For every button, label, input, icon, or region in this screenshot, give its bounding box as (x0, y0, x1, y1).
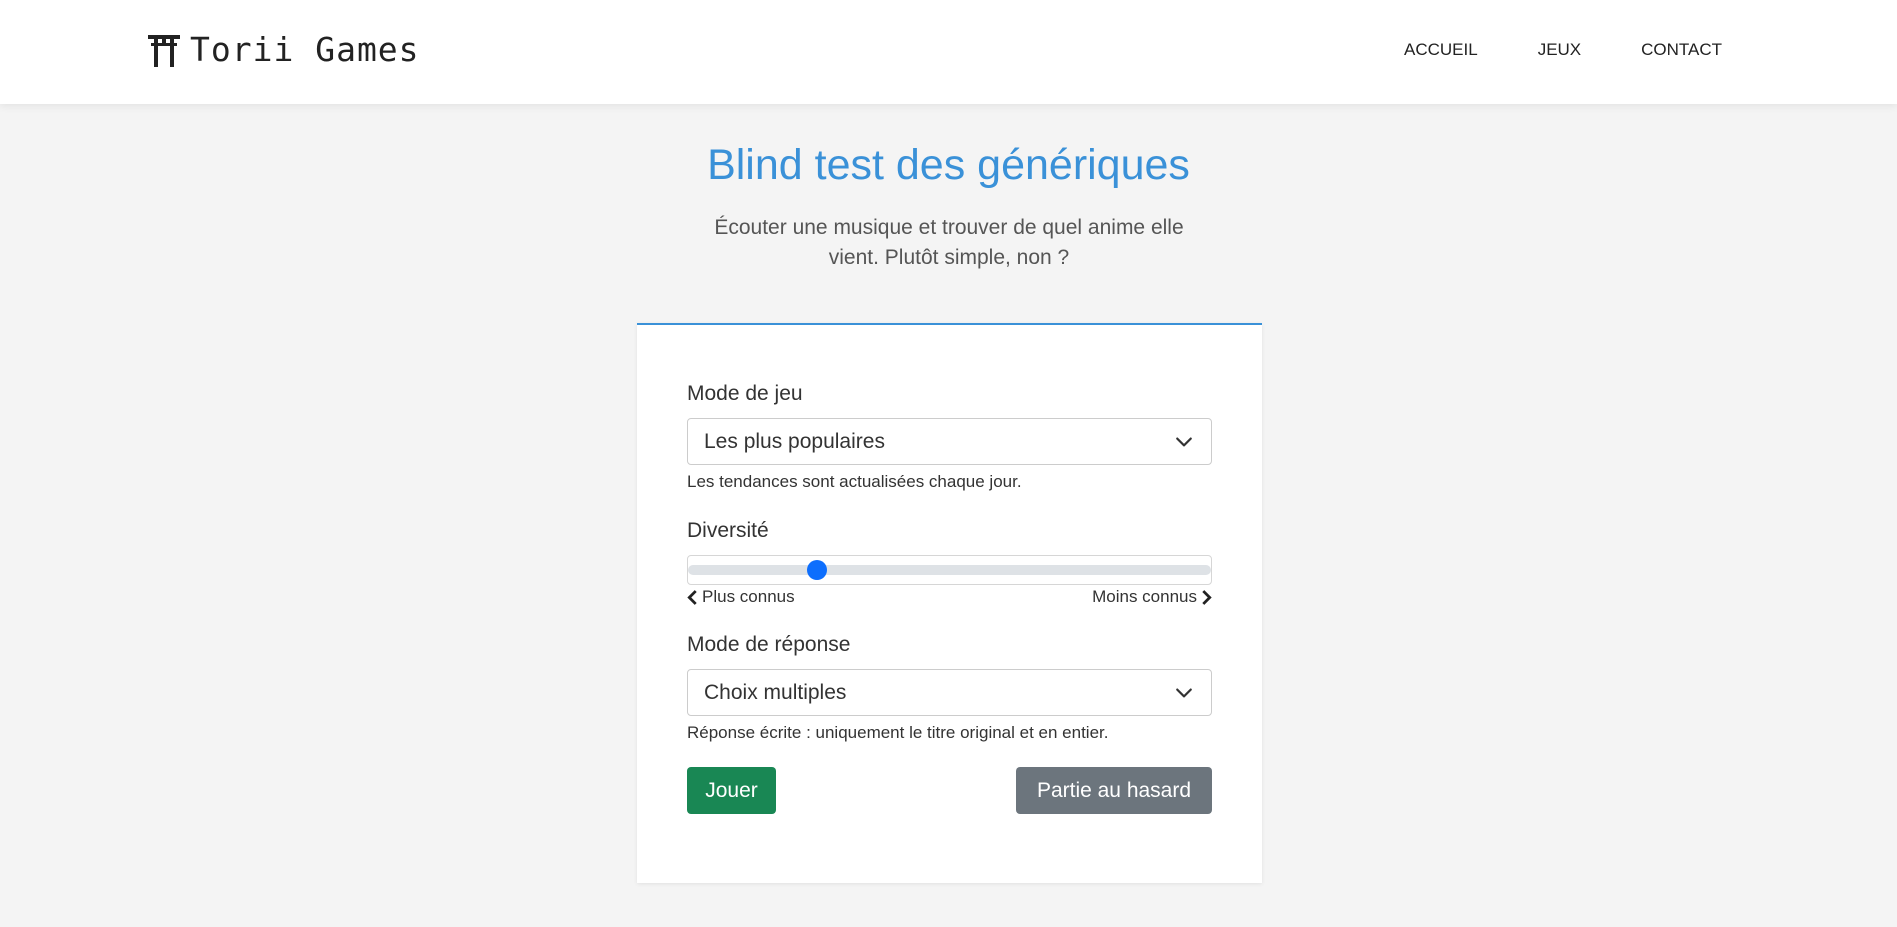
game-mode-value: Les plus populaires (704, 429, 885, 453)
chevron-down-icon (1176, 437, 1192, 447)
brand-name: Torii Games (190, 30, 420, 69)
diversity-min-label: Plus connus (702, 587, 795, 606)
page-title: Blind test des génériques (707, 141, 1190, 189)
diversity-slider[interactable] (687, 555, 1212, 585)
play-button[interactable]: Jouer (687, 767, 776, 814)
nav-link-contact[interactable]: CONTACT (1641, 40, 1722, 60)
torii-gate-icon (148, 35, 180, 67)
chevron-right-icon (1202, 589, 1212, 605)
game-mode-label: Mode de jeu (687, 382, 803, 405)
answer-mode-help: Réponse écrite : uniquement le titre ori… (687, 723, 1109, 742)
page-subtitle: Écouter une musique et trouver de quel a… (714, 216, 1184, 269)
diversity-max: Moins connus (1092, 587, 1212, 607)
nav-link-accueil[interactable]: ACCUEIL (1404, 40, 1478, 60)
diversity-slider-thumb[interactable] (806, 560, 827, 580)
diversity-min: Plus connus (687, 587, 795, 607)
brand-logo[interactable]: Torii Games (148, 30, 420, 70)
answer-mode-value: Choix multiples (704, 680, 847, 704)
chevron-left-icon (687, 589, 697, 605)
game-mode-select[interactable]: Les plus populaires (687, 418, 1212, 465)
diversity-slider-track (688, 565, 1211, 575)
diversity-range-labels: Plus connus Moins connus (687, 587, 1212, 609)
main-nav: ACCUEIL JEUX CONTACT (1404, 40, 1722, 60)
game-mode-help: Les tendances sont actualisées chaque jo… (687, 472, 1022, 491)
navbar: Torii Games ACCUEIL JEUX CONTACT (0, 0, 1897, 104)
answer-mode-select[interactable]: Choix multiples (687, 669, 1212, 716)
diversity-max-label: Moins connus (1092, 587, 1197, 606)
nav-link-jeux[interactable]: JEUX (1538, 40, 1581, 60)
game-settings-card: Mode de jeu Les plus populaires Les tend… (637, 323, 1262, 883)
answer-mode-label: Mode de réponse (687, 633, 851, 656)
chevron-down-icon (1176, 688, 1192, 698)
random-game-button[interactable]: Partie au hasard (1016, 767, 1212, 814)
diversity-label: Diversité (687, 519, 769, 542)
